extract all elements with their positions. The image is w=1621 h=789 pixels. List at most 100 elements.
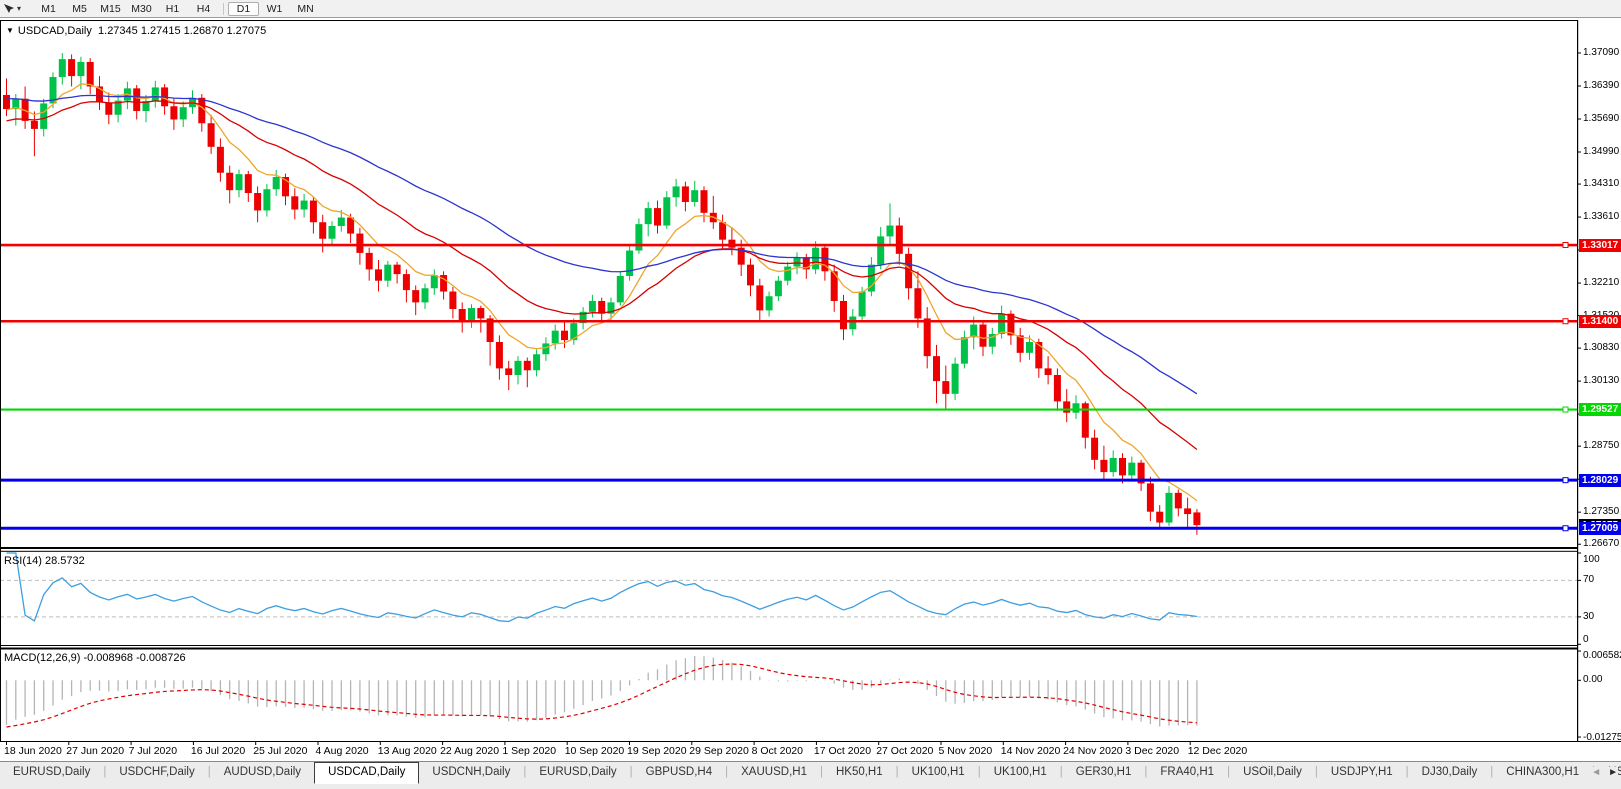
price-axis-label: 1.36390	[1583, 80, 1620, 91]
line-anchor[interactable]	[1562, 318, 1569, 325]
date-axis-label: 10 Sep 2020	[564, 745, 625, 757]
candle-body	[654, 208, 661, 226]
candle-body	[895, 225, 903, 254]
line-anchor[interactable]	[1562, 242, 1569, 249]
chart-tab-xauusd-h1[interactable]: XAUUSD,H1	[728, 762, 820, 784]
candle-body	[86, 61, 94, 87]
candle-body	[672, 186, 680, 198]
chart-tab-eurusd-daily[interactable]: EURUSD,Daily	[526, 762, 629, 784]
timeframe-button-w1[interactable]: W1	[259, 2, 290, 16]
chart-tab-fra40-h1[interactable]: FRA40,H1	[1147, 762, 1227, 784]
price-axis-label: 1.37090	[1583, 47, 1620, 58]
chart-tab-uk100-h1[interactable]: UK100,H1	[899, 762, 978, 784]
hline-price-label[interactable]: 1.31400	[1579, 314, 1621, 328]
rsi-tick	[1577, 643, 1581, 645]
candle-body	[468, 308, 475, 322]
price-axis-label: 1.30830	[1583, 342, 1620, 354]
candle-body	[719, 222, 727, 240]
price-chart-canvas[interactable]	[0, 18, 1621, 761]
candle-body	[170, 106, 178, 120]
chart-tab-audusd-daily[interactable]: AUDUSD,Daily	[211, 762, 314, 784]
candle-body	[998, 313, 1006, 334]
candle-body	[393, 264, 401, 275]
timeframe-button-m15[interactable]: M15	[95, 2, 126, 16]
candle-body	[728, 239, 736, 248]
price-tick	[1577, 118, 1581, 120]
candle-body	[923, 318, 931, 357]
timeframe-button-d1[interactable]: D1	[228, 1, 260, 16]
chart-tab-usdchf-daily[interactable]: USDCHF,Daily	[106, 762, 207, 784]
date-axis-label: 27 Oct 2020	[876, 745, 934, 757]
rsi-pane-divider[interactable]	[0, 550, 1577, 552]
timeframe-button-m1[interactable]: M1	[33, 2, 64, 16]
chart-tab-ger30-h1[interactable]: GER30,H1	[1063, 762, 1145, 784]
date-axis-label: 25 Jul 2020	[253, 745, 308, 757]
candle-body	[1174, 492, 1182, 509]
tab-scroll-left-icon[interactable]: ◄	[1591, 767, 1601, 778]
chart-tab-china300-h1[interactable]: CHINA300,H1	[1493, 762, 1592, 784]
rsi-axis-label: 0	[1583, 634, 1589, 645]
price-tick	[1577, 511, 1581, 513]
candle-body	[449, 291, 457, 309]
chart-tab-eurusd-daily[interactable]: EURUSD,Daily	[0, 762, 103, 784]
line-anchor[interactable]	[1562, 477, 1569, 484]
macd-pane[interactable]	[5, 655, 1198, 728]
chart-dropdown-icon[interactable]: ▼	[6, 26, 14, 35]
line-anchor[interactable]	[1562, 525, 1569, 532]
timeframe-button-mn[interactable]: MN	[290, 2, 321, 16]
chart-tab-usoil-daily[interactable]: USOil,Daily	[1230, 762, 1315, 784]
hline-price-label[interactable]: 1.33017	[1579, 238, 1621, 252]
candle-body	[384, 264, 392, 281]
toolbar-separator	[223, 2, 225, 15]
candle-body	[105, 102, 113, 115]
rsi-pane[interactable]	[0, 552, 1577, 623]
candle-body	[523, 360, 531, 371]
chart-tab-usdjpy-h1[interactable]: USDJPY,H1	[1318, 762, 1406, 784]
candle-body	[635, 224, 643, 251]
line-anchor[interactable]	[1562, 406, 1569, 413]
chart-tab-usdcad-daily[interactable]: USDCAD,Daily	[314, 762, 420, 784]
macd-axis-label: -0.012758	[1583, 732, 1621, 743]
macd-pane-divider[interactable]	[0, 645, 1577, 646]
candle-body	[1026, 341, 1033, 353]
candle-body	[1072, 403, 1080, 413]
date-axis-label: 7 Jul 2020	[128, 745, 178, 757]
rsi-line	[6, 552, 1197, 623]
macd-axis-label: 0.006582	[1583, 650, 1621, 661]
ma-mid-line	[6, 100, 1198, 450]
candle-body	[458, 308, 466, 322]
chart-tab-hk50-h1[interactable]: HK50,H1	[823, 762, 896, 784]
timeframe-button-m5[interactable]: M5	[64, 2, 95, 16]
candle-body	[263, 189, 271, 211]
timeframe-toolbar: ▾ M1 M5 M15 M30 H1 H4 D1 W1 MN	[0, 0, 1621, 18]
timeframe-button-h1[interactable]: H1	[157, 2, 188, 16]
candle-body	[68, 59, 76, 77]
chart-tab-usdcnh-daily[interactable]: USDCNH,Daily	[419, 762, 523, 784]
price-tick	[1577, 52, 1581, 54]
candle-body	[561, 330, 568, 341]
price-tick	[1577, 380, 1581, 382]
macd-pane-divider[interactable]	[0, 647, 1577, 650]
rsi-indicator-label: RSI(14) 28.5732	[4, 555, 85, 567]
chart-tab-dj30-daily[interactable]: DJ30,Daily	[1409, 762, 1491, 784]
candle-body	[1063, 401, 1071, 413]
hline-price-label[interactable]: 1.27009	[1579, 521, 1621, 535]
chart-symbol-label: USDCAD,Daily	[17, 25, 92, 37]
candle-body	[309, 200, 317, 223]
toolbar-dropdown-icon[interactable]: ▾	[17, 4, 21, 13]
tab-scroll-right-icon[interactable]: ►	[1608, 767, 1618, 778]
hline-price-label[interactable]: 1.28029	[1579, 473, 1621, 487]
chart-cursor-icon[interactable]	[3, 3, 16, 15]
timeframe-button-h4[interactable]: H4	[188, 2, 219, 16]
chart-tab-uk100-h1[interactable]: UK100,H1	[981, 762, 1060, 784]
timeframe-button-m30[interactable]: M30	[126, 2, 157, 16]
candle-body	[514, 360, 522, 375]
price-axis-label: 1.30130	[1583, 375, 1620, 387]
candle-body	[858, 291, 866, 317]
rsi-pane-divider[interactable]	[0, 547, 1577, 549]
candle-body	[598, 300, 606, 314]
date-axis-label: 19 Sep 2020	[627, 745, 687, 757]
chart-tab-gbpusd-h4[interactable]: GBPUSD,H4	[633, 762, 725, 784]
main-price-pane[interactable]	[0, 53, 1577, 535]
hline-price-label[interactable]: 1.29527	[1579, 403, 1621, 417]
